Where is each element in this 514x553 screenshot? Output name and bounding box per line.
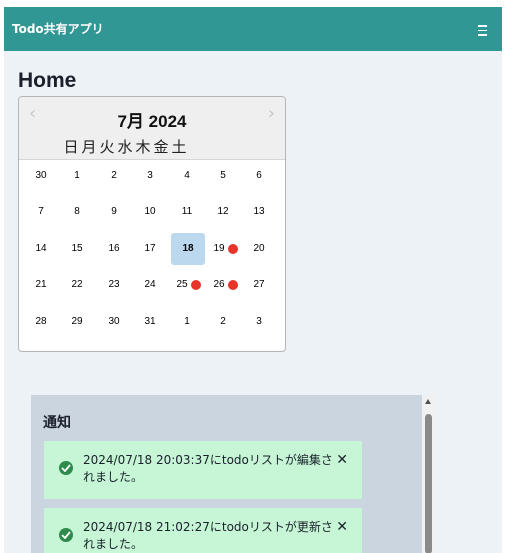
calendar-day[interactable]: 30 [97,306,131,338]
calendar-day[interactable]: 30 [24,160,58,192]
calendar-header: ‹ 7月 2024 › 日 月 火 水 木 金 土 [19,97,285,160]
weekday-label: 火 [99,138,115,156]
notification-title: 通知 [43,415,71,431]
calendar-day[interactable]: 16 [97,233,131,265]
event-dot-icon [228,244,238,254]
calendar-day[interactable]: 21 [24,269,58,301]
next-month-button[interactable]: › [268,103,275,124]
calendar-day[interactable]: 14 [24,233,58,265]
weekday-label: 日 [63,138,79,156]
calendar: ‹ 7月 2024 › 日 月 火 水 木 金 土 30 1 2 3 4 5 6… [18,96,286,352]
check-circle-icon [59,461,73,475]
calendar-day[interactable]: 12 [206,196,240,228]
calendar-day-today[interactable]: 18 [171,233,205,265]
calendar-day[interactable]: 22 [60,269,94,301]
page-title: Home [18,69,77,92]
weekday-row: 日 月 火 水 木 金 土 [62,136,188,157]
calendar-day[interactable]: 3 [133,160,167,192]
scroll-up-icon[interactable] [425,399,431,404]
calendar-day[interactable]: 11 [170,196,204,228]
hamburger-icon[interactable] [476,20,490,36]
calendar-day[interactable]: 1 [170,306,204,338]
calendar-day[interactable]: 20 [242,233,276,265]
weekday-label: 木 [135,138,151,156]
calendar-day[interactable]: 1 [60,160,94,192]
weekday-label: 水 [117,138,133,156]
calendar-day[interactable]: 3 [242,306,276,338]
calendar-day[interactable]: 31 [133,306,167,338]
calendar-day[interactable]: 7 [24,196,58,228]
event-dot-icon [191,280,201,290]
close-icon[interactable]: ✕ [336,452,348,468]
calendar-day[interactable]: 6 [242,160,276,192]
weekday-label: 月 [81,138,97,156]
notification-item: 2024/07/18 20:03:37にtodoリストが編集されました。 ✕ [44,441,362,499]
calendar-day[interactable]: 9 [97,196,131,228]
notification-text: 2024/07/18 21:02:27にtodoリストが更新されました。 [83,520,333,551]
calendar-day[interactable]: 8 [60,196,94,228]
calendar-day[interactable]: 13 [242,196,276,228]
calendar-day[interactable]: 27 [242,269,276,301]
scroll-thumb[interactable] [425,414,432,553]
navbar: Todo共有アプリ [4,7,502,51]
calendar-day[interactable]: 2 [206,306,240,338]
calendar-day[interactable]: 24 [133,269,167,301]
calendar-day[interactable]: 15 [60,233,94,265]
calendar-day[interactable]: 4 [170,160,204,192]
calendar-day[interactable]: 17 [133,233,167,265]
calendar-day[interactable]: 10 [133,196,167,228]
calendar-day[interactable]: 29 [60,306,94,338]
notification-item: 2024/07/18 21:02:27にtodoリストが更新されました。 ✕ [44,508,362,553]
close-icon[interactable]: ✕ [336,519,348,535]
app-frame: Todo共有アプリ Home ‹ 7月 2024 › 日 月 火 水 木 金 土… [4,7,502,553]
weekday-label: 土 [171,138,187,156]
check-circle-icon [59,528,73,542]
notification-scrollbar[interactable] [422,395,435,553]
event-dot-icon [228,280,238,290]
calendar-day[interactable]: 2 [97,160,131,192]
calendar-day[interactable]: 5 [206,160,240,192]
notification-text: 2024/07/18 20:03:37にtodoリストが編集されました。 [83,453,333,484]
calendar-day[interactable]: 28 [24,306,58,338]
calendar-month-label: 7月 2024 [117,112,187,131]
brand-title[interactable]: Todo共有アプリ [12,20,104,37]
weekday-label: 金 [153,138,169,156]
calendar-day[interactable]: 23 [97,269,131,301]
notification-panel: 通知 2024/07/18 20:03:37にtodoリストが編集されました。 … [31,395,422,553]
